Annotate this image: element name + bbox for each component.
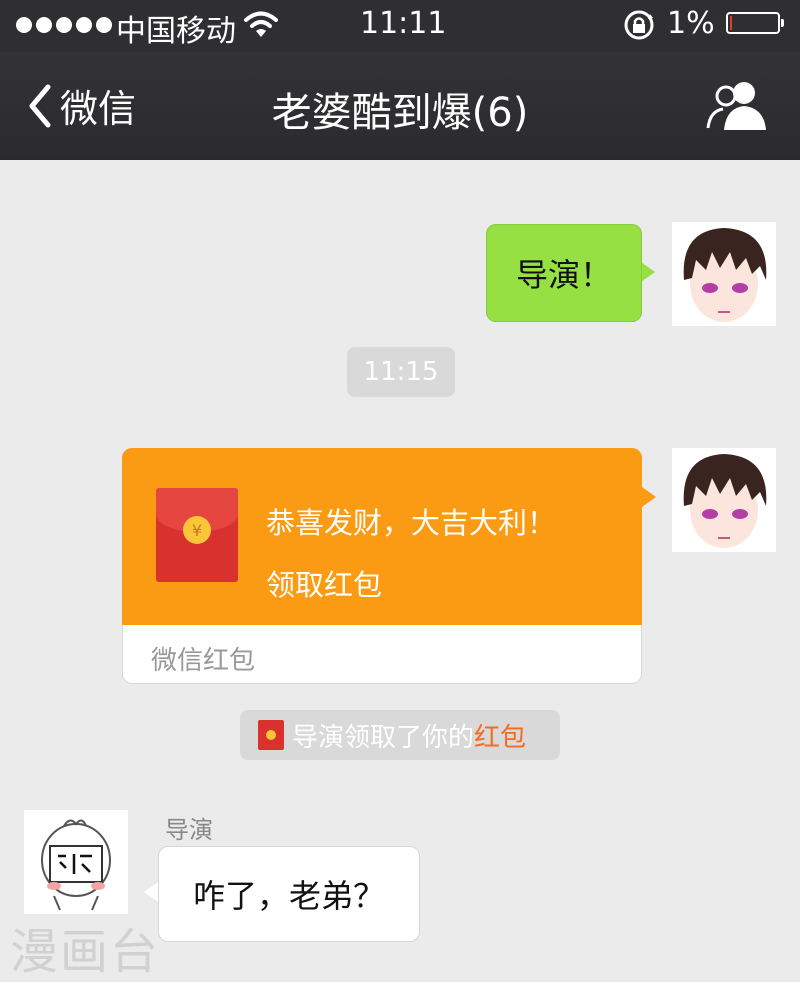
bubble-tail [642,487,656,507]
battery-percent: 1% [667,6,715,41]
message-bubble-outgoing[interactable]: 导演！ [486,224,642,322]
status-time: 11:11 [360,6,447,41]
red-packet-action: 领取红包 [266,568,383,602]
anime-boy-avatar-image [672,222,776,326]
system-notice: 导演领取了你的 红包 [240,710,560,760]
carrier-name: 中国移动 [116,14,236,49]
notice-link[interactable]: 红包 [474,717,526,754]
bubble-tail [144,882,158,902]
red-packet-header: ¥ 恭喜发财，大吉大利！ 领取红包 [122,448,642,625]
status-bar: 中国移动 11:11 1% [0,0,800,52]
sender-avatar[interactable] [24,810,128,914]
red-packet-card[interactable]: ¥ 恭喜发财，大吉大利！ 领取红包 微信红包 [122,448,656,684]
anime-boy-avatar-image [672,448,776,552]
notice-text: 导演领取了你的 [292,722,475,753]
message-bubble-incoming[interactable]: 咋了，老弟？ [158,846,420,942]
orientation-lock-icon [624,10,654,40]
red-envelope-icon [258,720,284,750]
red-packet-footer: 微信红包 [151,646,256,676]
watermark: 漫画台 [10,924,161,980]
sender-name: 导演 [165,816,213,844]
nav-bar: 微信 老婆酷到爆(6) [0,52,800,160]
self-avatar[interactable] [672,222,776,326]
battery-icon [726,12,784,34]
red-packet-greeting: 恭喜发财，大吉大利！ [266,506,557,540]
time-separator: 11:15 [347,347,455,397]
chat-title: 老婆酷到爆(6) [271,90,529,136]
bubble-tail [641,262,655,282]
group-members-icon[interactable] [706,78,768,132]
wifi-icon [244,11,278,37]
self-avatar[interactable] [672,448,776,552]
red-envelope-icon: ¥ [156,488,238,582]
director-avatar-image [24,810,128,914]
signal-dots-icon [16,14,112,36]
